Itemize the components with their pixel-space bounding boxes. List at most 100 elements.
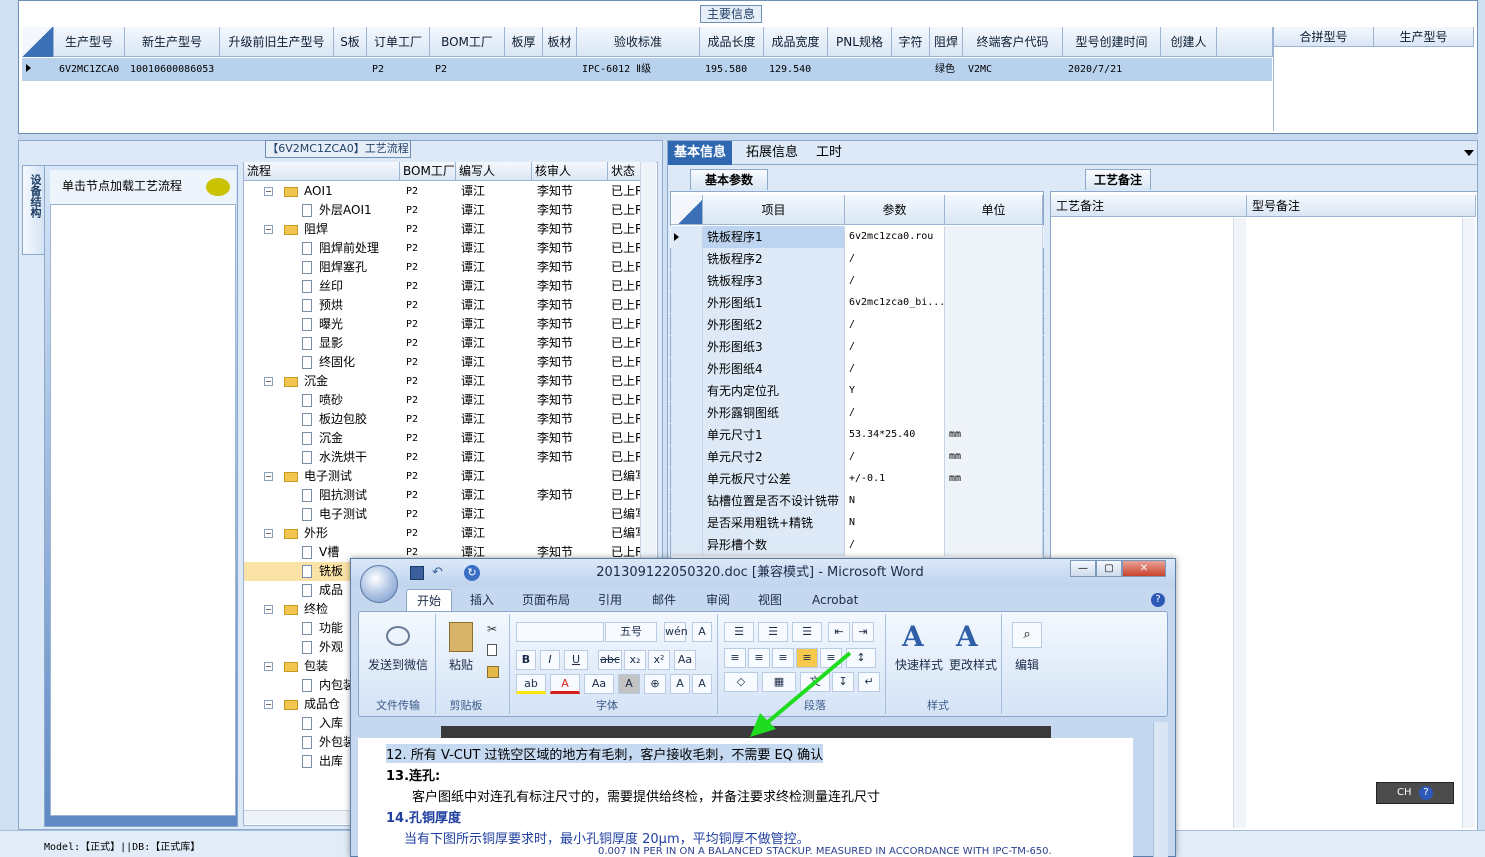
change-case-button[interactable]: Aa bbox=[584, 674, 614, 694]
show-marks-button[interactable]: ↵ bbox=[858, 672, 880, 692]
tree-col-header[interactable]: 状态 bbox=[608, 162, 642, 181]
tab-references[interactable]: 引用 bbox=[588, 589, 632, 611]
minimize-button[interactable]: — bbox=[1070, 560, 1096, 577]
tree-node-label[interactable]: 阻抗测试 bbox=[319, 486, 367, 505]
main-cell[interactable]: 6V2MC1ZCA0 bbox=[56, 58, 127, 81]
row-selector[interactable] bbox=[671, 380, 703, 402]
notes-scrollbar-1[interactable] bbox=[1233, 218, 1246, 828]
tab-craft-notes[interactable]: 工艺备注 bbox=[1085, 169, 1151, 190]
merge-col-header[interactable]: 合拼型号 bbox=[1274, 27, 1374, 47]
param-value[interactable]: / bbox=[845, 358, 945, 380]
tree-node-label[interactable]: 电子测试 bbox=[319, 505, 367, 524]
main-cell[interactable]: P2 bbox=[432, 58, 507, 81]
param-value[interactable]: N bbox=[845, 512, 945, 534]
param-value[interactable]: 6v2mc1zca0.rou bbox=[845, 226, 945, 248]
row-selector[interactable] bbox=[671, 402, 703, 424]
param-value[interactable]: 6v2mc1zca0_bi... bbox=[845, 292, 945, 314]
tree-node-label[interactable]: 沉金 bbox=[319, 429, 343, 448]
tree-node-label[interactable]: 沉金 bbox=[304, 372, 328, 391]
char-border-icon[interactable]: A bbox=[692, 622, 712, 642]
tree-scrollbar[interactable] bbox=[640, 162, 656, 562]
row-selector[interactable] bbox=[671, 314, 703, 336]
doc-line-13-body[interactable]: 客户图纸中对连孔有标注尺寸的，需要提供给终检，并备注要求终检测量连孔尺寸 bbox=[412, 786, 880, 805]
tree-node-label[interactable]: 包装 bbox=[304, 657, 328, 676]
tab-insert[interactable]: 插入 bbox=[460, 589, 504, 611]
params-corner[interactable] bbox=[671, 195, 703, 225]
main-cell[interactable]: 绿色 bbox=[932, 58, 965, 81]
doc-line-14-body[interactable]: 当有下图所示铜厚要求时，最小孔铜厚度 20μm，平均铜厚不做管控。 bbox=[404, 828, 810, 847]
collapse-icon[interactable]: − bbox=[264, 377, 273, 386]
main-col-header[interactable]: 终端客户代码 bbox=[963, 27, 1063, 57]
tab-review[interactable]: 审阅 bbox=[696, 589, 740, 611]
tree-node-label[interactable]: V槽 bbox=[319, 543, 339, 562]
tree-node-label[interactable]: 阻焊前处理 bbox=[319, 239, 379, 258]
change-styles-button[interactable]: 更改样式 bbox=[946, 656, 1000, 673]
collapse-icon[interactable]: − bbox=[264, 529, 273, 538]
param-value[interactable]: / bbox=[845, 402, 945, 424]
main-cell[interactable]: 10010600086053 bbox=[127, 58, 222, 81]
main-col-header[interactable]: 新生产型号 bbox=[125, 27, 220, 57]
help-icon[interactable]: ? bbox=[1419, 786, 1433, 800]
main-col-header[interactable]: 升级前旧生产型号 bbox=[220, 27, 334, 57]
merge-prod-col-header[interactable]: 生产型号 bbox=[1374, 27, 1474, 47]
numbering-button[interactable]: ☰ bbox=[758, 622, 788, 642]
row-selector[interactable] bbox=[671, 512, 703, 534]
multilevel-list-button[interactable]: ☰ bbox=[792, 622, 822, 642]
grow-font-button[interactable]: A bbox=[670, 674, 690, 694]
main-cell[interactable]: IPC-6012 Ⅱ级 bbox=[579, 58, 702, 81]
param-value[interactable]: / bbox=[845, 314, 945, 336]
main-cell[interactable] bbox=[830, 58, 894, 81]
copy-icon[interactable] bbox=[487, 644, 497, 656]
main-col-header[interactable]: 创建人 bbox=[1161, 27, 1217, 57]
collapse-icon[interactable]: − bbox=[264, 605, 273, 614]
highlight-button[interactable]: ab bbox=[516, 674, 546, 694]
tree-node-label[interactable]: 阻焊 bbox=[304, 220, 328, 239]
underline-button[interactable]: U bbox=[564, 650, 588, 670]
tree-node-label[interactable]: 铣板 bbox=[319, 562, 343, 581]
main-cell[interactable]: P2 bbox=[369, 58, 432, 81]
tree-node-label[interactable]: 显影 bbox=[319, 334, 343, 353]
main-cell[interactable]: 2020/7/21 bbox=[1065, 58, 1163, 81]
param-value[interactable]: / bbox=[845, 270, 945, 292]
main-col-header[interactable]: 字符 bbox=[892, 27, 930, 57]
collapse-icon[interactable]: − bbox=[264, 187, 273, 196]
decrease-indent-button[interactable]: ⇤ bbox=[828, 622, 850, 642]
font-color-button[interactable]: A bbox=[550, 674, 580, 694]
maximize-button[interactable]: ▢ bbox=[1096, 560, 1122, 577]
tree-node-label[interactable]: 出库 bbox=[319, 752, 343, 771]
subscript-button[interactable]: x₂ bbox=[624, 650, 646, 670]
tree-node-label[interactable]: 丝印 bbox=[319, 277, 343, 296]
main-col-header[interactable]: PNL规格 bbox=[828, 27, 892, 57]
doc-line-12[interactable]: 12. 所有 V-CUT 过铣空区域的地方有毛刺，客户接收毛刺，不需要 EQ 确… bbox=[386, 744, 824, 763]
grid-corner[interactable] bbox=[22, 27, 54, 57]
tab-acrobat[interactable]: Acrobat bbox=[802, 589, 868, 611]
strikethrough-button[interactable]: abc bbox=[598, 650, 622, 670]
tree-node-label[interactable]: 阻焊塞孔 bbox=[319, 258, 367, 277]
tab-basic-info[interactable]: 基本信息 bbox=[668, 141, 733, 165]
tree-node-label[interactable]: 终固化 bbox=[319, 353, 355, 372]
superscript-button[interactable]: x² bbox=[648, 650, 670, 670]
row-selector[interactable] bbox=[671, 292, 703, 314]
main-cell[interactable] bbox=[222, 58, 336, 81]
phonetic-icon[interactable]: wén bbox=[664, 622, 688, 642]
tab-home[interactable]: 开始 bbox=[406, 589, 453, 611]
tree-node-label[interactable]: 预烘 bbox=[319, 296, 343, 315]
tab-page-layout[interactable]: 页面布局 bbox=[512, 589, 580, 611]
tree-node-label[interactable]: 外层AOI1 bbox=[319, 201, 372, 220]
increase-indent-button[interactable]: ⇥ bbox=[852, 622, 874, 642]
close-button[interactable]: ✕ bbox=[1122, 560, 1166, 577]
row-selector[interactable] bbox=[671, 468, 703, 490]
main-cell[interactable] bbox=[894, 58, 932, 81]
enclose-char-button[interactable]: ⊕ bbox=[644, 674, 666, 694]
param-value[interactable]: / bbox=[845, 248, 945, 270]
tree-node-label[interactable]: 外形 bbox=[304, 524, 328, 543]
bullets-button[interactable]: ☰ bbox=[724, 622, 754, 642]
collapse-icon[interactable]: − bbox=[264, 472, 273, 481]
font-size-select[interactable]: 五号 bbox=[605, 622, 657, 642]
doc-line-14[interactable]: 14.孔铜厚度 bbox=[386, 807, 461, 826]
tree-node-label[interactable]: 入库 bbox=[319, 714, 343, 733]
param-value[interactable]: / bbox=[845, 446, 945, 468]
editing-button[interactable]: 编辑 bbox=[1008, 656, 1046, 673]
param-value[interactable]: / bbox=[845, 534, 945, 556]
quick-styles-button[interactable]: 快速样式 bbox=[890, 656, 948, 673]
